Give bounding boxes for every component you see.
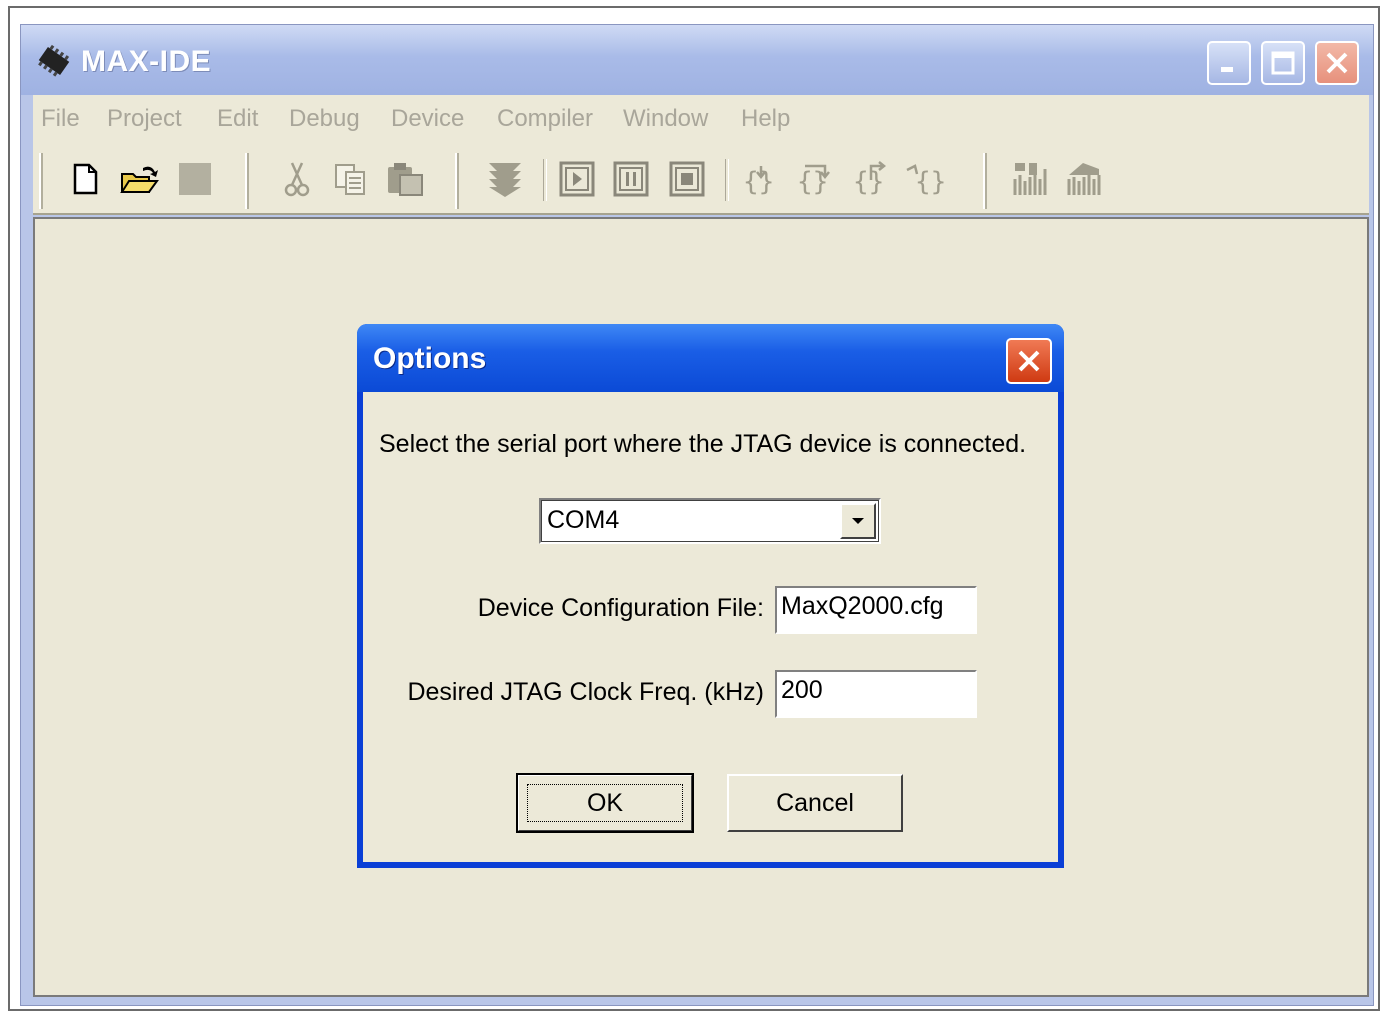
toolbar-grip[interactable] <box>245 153 249 209</box>
open-button[interactable] <box>119 159 159 199</box>
load-icon <box>489 163 521 197</box>
paste-icon <box>388 163 423 196</box>
run-to-cursor-button[interactable]: {} <box>905 159 945 199</box>
connect-button[interactable] <box>1011 159 1051 199</box>
svg-text:{}: {} <box>797 167 828 197</box>
menu-device[interactable]: Device <box>391 105 464 133</box>
cancel-button-label: Cancel <box>776 788 854 817</box>
save-icon <box>179 163 211 195</box>
stop-icon <box>669 161 705 197</box>
window-close-button[interactable] <box>1315 41 1359 85</box>
config-file-label: Device Configuration File: <box>477 594 764 622</box>
step-out-icon: {} <box>853 161 887 197</box>
window-titlebar[interactable]: MAX-IDE <box>21 25 1373 95</box>
cut-icon <box>284 162 310 197</box>
maximize-button[interactable] <box>1261 41 1305 85</box>
step-over-button[interactable]: {} <box>795 159 835 199</box>
cancel-button[interactable]: Cancel <box>727 774 903 832</box>
svg-text:{}: {} <box>915 167 945 197</box>
minimize-button[interactable] <box>1207 41 1251 85</box>
pause-button[interactable] <box>611 159 651 199</box>
disconnect-button[interactable] <box>1065 159 1105 199</box>
step-into-icon: {} <box>743 166 774 197</box>
new-file-button[interactable] <box>65 159 105 199</box>
serial-port-value: COM4 <box>547 506 620 534</box>
toolbar-grip[interactable] <box>983 153 987 209</box>
copy-icon <box>335 164 365 195</box>
serial-port-select[interactable]: COM4 <box>539 498 881 544</box>
pause-icon <box>613 161 649 197</box>
toolbar-separator <box>725 159 729 201</box>
cut-button[interactable] <box>277 159 317 199</box>
config-file-field[interactable]: MaxQ2000.cfg <box>775 586 977 634</box>
new-file-icon <box>73 163 98 195</box>
close-icon <box>1326 52 1348 74</box>
run-to-cursor-icon: {} <box>906 164 945 197</box>
step-into-button[interactable]: {} <box>741 159 781 199</box>
chevron-down-icon <box>852 518 864 524</box>
menu-file[interactable]: File <box>41 105 80 133</box>
menu-debug[interactable]: Debug <box>289 105 360 133</box>
load-button[interactable] <box>485 159 525 199</box>
toolbar: {} {} {} {} <box>33 145 1369 215</box>
run-icon <box>559 161 595 197</box>
config-file-value: MaxQ2000.cfg <box>781 592 944 620</box>
dropdown-button[interactable] <box>840 503 876 539</box>
clock-freq-label: Desired JTAG Clock Freq. (kHz) <box>407 678 764 706</box>
maximize-icon <box>1271 51 1295 75</box>
focus-ring <box>527 784 683 822</box>
toolbar-separator <box>543 159 547 201</box>
dialog-prompt: Select the serial port where the JTAG de… <box>379 430 1027 458</box>
toolbar-grip[interactable] <box>455 153 459 209</box>
stop-button[interactable] <box>667 159 707 199</box>
window-title: MAX-IDE <box>81 45 212 78</box>
ok-button[interactable]: OK <box>516 773 694 833</box>
menu-project[interactable]: Project <box>107 105 182 133</box>
menu-compiler[interactable]: Compiler <box>497 105 593 133</box>
options-dialog: Options Select the serial port where the… <box>357 324 1064 868</box>
menu-window[interactable]: Window <box>623 105 708 133</box>
menubar: File Project Edit Debug Device Compiler … <box>33 95 1369 146</box>
menu-edit[interactable]: Edit <box>217 105 258 133</box>
dialog-body: Select the serial port where the JTAG de… <box>363 392 1058 862</box>
minimize-icon <box>1221 67 1233 72</box>
run-button[interactable] <box>557 159 597 199</box>
toolbar-grip[interactable] <box>39 153 43 209</box>
step-over-icon: {} <box>797 164 830 197</box>
save-button[interactable] <box>175 159 215 199</box>
clock-freq-value: 200 <box>781 676 823 704</box>
paste-button[interactable] <box>385 159 425 199</box>
dialog-title: Options <box>373 342 487 375</box>
dialog-close-button[interactable] <box>1006 338 1052 384</box>
svg-text:{}: {} <box>853 167 884 197</box>
open-folder-icon <box>120 166 159 193</box>
step-out-button[interactable]: {} <box>851 159 891 199</box>
connect-icon <box>1013 163 1047 195</box>
chip-icon <box>38 44 70 77</box>
disconnect-icon <box>1067 163 1101 195</box>
close-icon <box>1018 350 1040 372</box>
dialog-titlebar[interactable]: Options <box>357 324 1064 392</box>
menu-help[interactable]: Help <box>741 105 790 133</box>
svg-text:{}: {} <box>743 167 774 197</box>
copy-button[interactable] <box>331 159 371 199</box>
clock-freq-field[interactable]: 200 <box>775 670 977 718</box>
